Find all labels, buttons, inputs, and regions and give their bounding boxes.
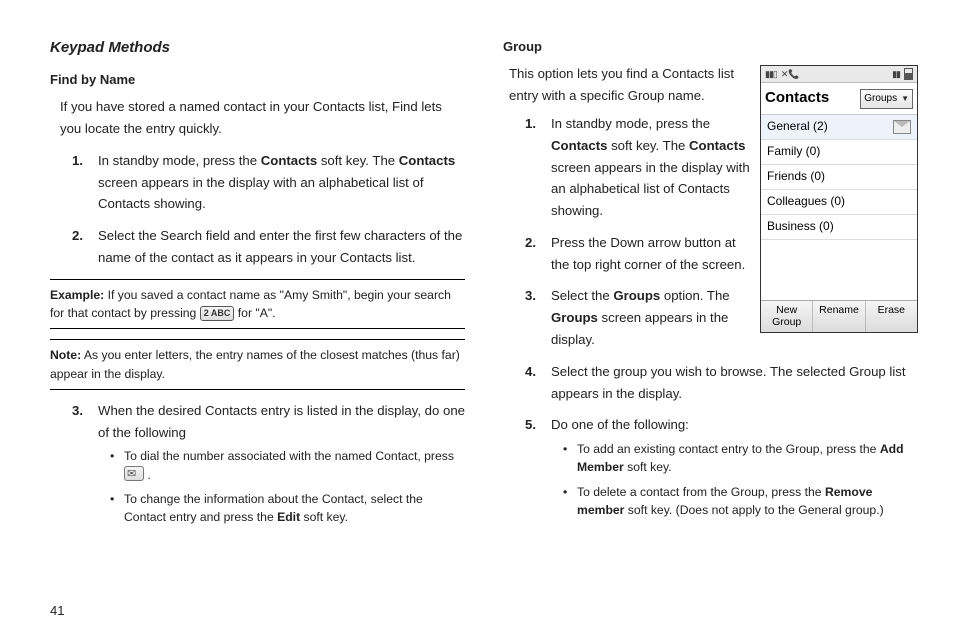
edit-bold: Edit — [277, 510, 300, 524]
text: option. The — [660, 288, 729, 303]
text: To add an existing contact entry to the … — [577, 442, 880, 456]
phone-title: Contacts — [765, 86, 860, 111]
keypad-methods-heading: Keypad Methods — [50, 36, 465, 61]
battery-icon — [904, 68, 913, 80]
text: To delete a contact from the Group, pres… — [577, 485, 825, 499]
text: Do one of the following: — [551, 417, 689, 432]
text: soft key. — [624, 460, 672, 474]
example-box: Example: If you saved a contact name as … — [50, 279, 465, 330]
signal-icon-2: ▮▮ — [892, 67, 900, 82]
text: To dial the number associated with the n… — [124, 449, 454, 463]
bullet-dial: To dial the number associated with the n… — [110, 447, 465, 484]
contacts-bold: Contacts — [689, 138, 745, 153]
text: soft key. — [300, 510, 348, 524]
page-number: 41 — [50, 603, 64, 618]
text: In standby mode, press the — [98, 153, 261, 168]
group-step-4: Select the group you wish to browse. The… — [525, 361, 918, 405]
text: screen appears in the display with an al… — [551, 160, 750, 219]
find-steps-cont: When the desired Contacts entry is liste… — [72, 400, 465, 527]
chevron-down-icon: ▼ — [901, 92, 909, 105]
groups-bold: Groups — [613, 288, 660, 303]
group-step-2: Press the Down arrow button at the top r… — [525, 232, 918, 276]
find-steps: In standby mode, press the Contacts soft… — [72, 150, 465, 269]
text: soft key. (Does not apply to the General… — [624, 503, 883, 517]
group-step-5: Do one of the following: To add an exist… — [525, 414, 918, 519]
group-heading: Group — [503, 36, 918, 57]
dropdown-label: Groups — [864, 91, 897, 108]
group-step-1: In standby mode, press the Contacts soft… — [525, 113, 918, 222]
right-column: Group ▮▮▯ ✕📞 ▮▮ Contacts Groups ▼ — [503, 36, 918, 616]
no-call-icon: ✕📞 — [781, 67, 800, 82]
group-step-3: Select the Groups option. The Groups scr… — [525, 285, 918, 350]
text: screen appears in the display with an al… — [98, 175, 423, 212]
message-key-icon — [124, 466, 144, 481]
contacts-bold: Contacts — [551, 138, 607, 153]
text: In standby mode, press the — [551, 116, 710, 131]
left-column: Keypad Methods Find by Name If you have … — [50, 36, 465, 616]
find-step3-bullets: To dial the number associated with the n… — [110, 447, 465, 526]
group-steps: In standby mode, press the Contacts soft… — [525, 113, 918, 519]
find-step-3: When the desired Contacts entry is liste… — [72, 400, 465, 527]
find-by-name-heading: Find by Name — [50, 69, 465, 90]
note-label: Note: — [50, 348, 81, 362]
note-box: Note: As you enter letters, the entry na… — [50, 339, 465, 390]
text: To change the information about the Cont… — [124, 492, 423, 524]
groups-dropdown[interactable]: Groups ▼ — [860, 89, 913, 110]
bullet-edit: To change the information about the Cont… — [110, 490, 465, 527]
phone-titlebar: Contacts Groups ▼ — [761, 83, 917, 115]
example-label: Example: — [50, 288, 104, 302]
find-intro: If you have stored a named contact in yo… — [60, 96, 465, 140]
find-step-2: Select the Search field and enter the fi… — [72, 225, 465, 269]
text: Select the — [551, 288, 613, 303]
bullet-remove-member: To delete a contact from the Group, pres… — [563, 483, 918, 520]
note-text: As you enter letters, the entry names of… — [50, 348, 460, 380]
text: When the desired Contacts entry is liste… — [98, 403, 465, 440]
text: . — [144, 468, 151, 482]
contacts-bold: Contacts — [399, 153, 455, 168]
phone-statusbar: ▮▮▯ ✕📞 ▮▮ — [761, 66, 917, 83]
find-step-1: In standby mode, press the Contacts soft… — [72, 150, 465, 215]
key-2abc-icon: 2 ABC — [200, 306, 235, 321]
group-step5-bullets: To add an existing contact entry to the … — [563, 440, 918, 519]
bullet-add-member: To add an existing contact entry to the … — [563, 440, 918, 477]
text: soft key. The — [607, 138, 689, 153]
groups-bold: Groups — [551, 310, 598, 325]
text: soft key. The — [317, 153, 399, 168]
contacts-bold: Contacts — [261, 153, 317, 168]
example-text-b: for "A". — [234, 306, 275, 320]
signal-icon: ▮▮▯ — [765, 67, 777, 82]
